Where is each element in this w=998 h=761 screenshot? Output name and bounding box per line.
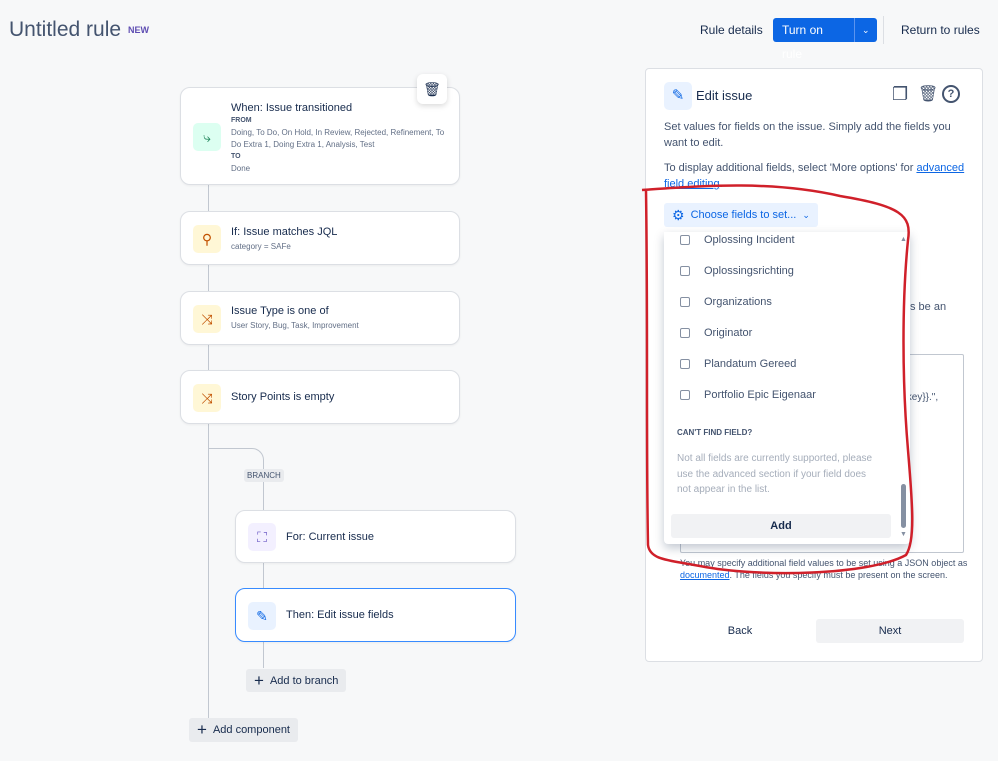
red-annotation — [641, 184, 914, 575]
annotation-outline — [641, 184, 914, 575]
